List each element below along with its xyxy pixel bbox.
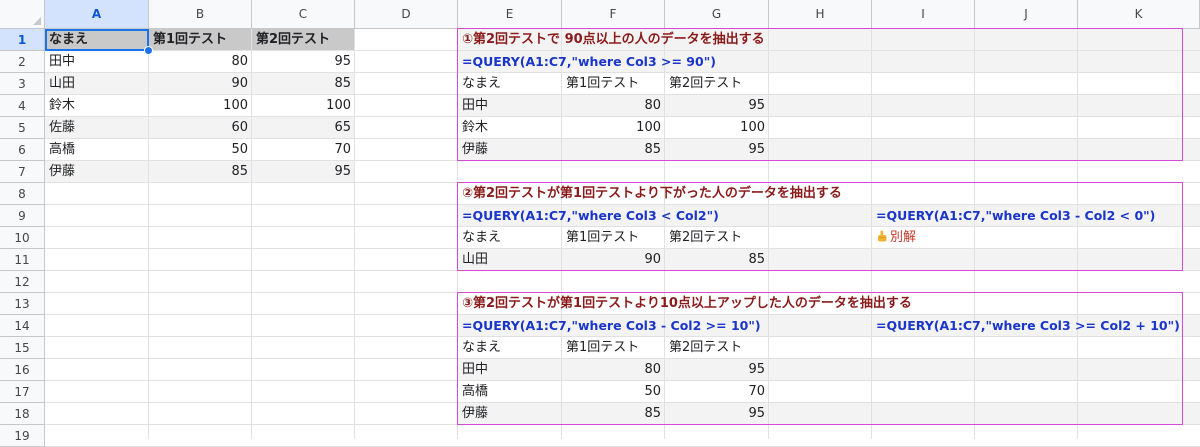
row-header-2[interactable]: 2: [0, 51, 45, 73]
row-header-15[interactable]: 15: [0, 337, 45, 359]
column-header-j[interactable]: J: [975, 0, 1078, 29]
gridline-vertical: [1077, 29, 1078, 439]
source-data-cell: 100: [223, 98, 248, 113]
source-data-cell: 100: [326, 98, 351, 113]
column-header-h[interactable]: H: [769, 0, 872, 29]
section2-result-cell: 山田: [462, 252, 489, 267]
section2-result-cell: 85: [748, 252, 765, 267]
row-header-9[interactable]: 9: [0, 205, 45, 227]
section3-result-cell: 田中: [462, 362, 489, 377]
row-header-10[interactable]: 10: [0, 227, 45, 249]
row-header-8[interactable]: 8: [0, 183, 45, 205]
section2-header-cell: なまえ: [462, 230, 502, 245]
source-data-cell: 80: [231, 54, 248, 69]
section3-header-cell: なまえ: [462, 340, 502, 355]
row-header-13[interactable]: 13: [0, 293, 45, 315]
section1-result-cell: 100: [740, 120, 765, 135]
section2-alt-formula: =QUERY(A1:C7,"where Col3 - Col2 < 0"): [876, 208, 1156, 223]
section2-header-cell: 第1回テスト: [566, 230, 640, 245]
alt-note-label: 別解: [890, 230, 917, 245]
row-header-16[interactable]: 16: [0, 359, 45, 381]
section3-header-cell: 第1回テスト: [566, 340, 640, 355]
section1-result-cell: 80: [644, 98, 661, 113]
section3-title: ③第2回テストが第1回テストより10点以上アップした人のデータを抽出する: [462, 296, 912, 311]
column-header-e[interactable]: E: [458, 0, 562, 29]
row-header-14[interactable]: 14: [0, 315, 45, 337]
select-all-corner[interactable]: [0, 0, 45, 29]
section3-result-cell: 95: [748, 406, 765, 421]
source-data-cell: 佐藤: [49, 120, 76, 135]
row-header-1[interactable]: 1: [0, 29, 45, 51]
section1-result-cell: 鈴木: [462, 120, 489, 135]
section1-result-cell: 100: [636, 120, 661, 135]
source-data-cell: 85: [334, 76, 351, 91]
section3-alt-formula: =QUERY(A1:C7,"where Col3 >= Col2 + 10"): [876, 318, 1180, 333]
section1-header-cell: なまえ: [462, 76, 502, 91]
section1-result-cell: 伊藤: [462, 142, 489, 157]
column-header-a[interactable]: A: [45, 0, 149, 29]
section1-result-cell: 85: [644, 142, 661, 157]
spreadsheet-grid: ABCDEFGHIJK 1 2 3 4 5 6 7 8 9 10 11 12 13 14 15 16 17 18 1…: [0, 0, 1200, 447]
section3-result-cell: 伊藤: [462, 406, 489, 421]
column-header-i[interactable]: I: [872, 0, 975, 29]
row-header-5[interactable]: 5: [0, 117, 45, 139]
section1-formula: =QUERY(A1:C7,"where Col3 >= 90"): [462, 54, 716, 69]
pointing-hand-icon: [876, 228, 888, 242]
row-header-17[interactable]: 17: [0, 381, 45, 403]
section3-result-cell: 85: [644, 406, 661, 421]
column-header-c[interactable]: C: [252, 0, 355, 29]
row-header-7[interactable]: 7: [0, 161, 45, 183]
source-data-cell: 鈴木: [49, 98, 76, 113]
section2-alt-note: 別解: [872, 227, 975, 249]
section2-result-cell: 90: [644, 252, 661, 267]
section3-formula: =QUERY(A1:C7,"where Col3 - Col2 >= 10"): [462, 318, 761, 333]
section1-result-cell: 95: [748, 98, 765, 113]
source-header-cell: 第1回テスト: [153, 32, 228, 47]
section1-header-cell: 第1回テスト: [566, 76, 640, 91]
row-header-3[interactable]: 3: [0, 73, 45, 95]
source-data-cell: 50: [231, 142, 248, 157]
row-header-4[interactable]: 4: [0, 95, 45, 117]
row-header-18[interactable]: 18: [0, 403, 45, 425]
column-header-g[interactable]: G: [665, 0, 769, 29]
section2-formula: =QUERY(A1:C7,"where Col3 < Col2"): [462, 208, 719, 223]
row-header-6[interactable]: 6: [0, 139, 45, 161]
section3-result-cell: 70: [748, 384, 765, 399]
section1-result-cell: 田中: [462, 98, 489, 113]
section1-result-cell: 95: [748, 142, 765, 157]
source-data-cell: 65: [334, 120, 351, 135]
source-header-cell: 第2回テスト: [256, 32, 331, 47]
section1-header-cell: 第2回テスト: [669, 76, 743, 91]
section2-title: ②第2回テストが第1回テストより下がった人のデータを抽出する: [462, 186, 842, 201]
section3-header-cell: 第2回テスト: [669, 340, 743, 355]
source-data-cell: 85: [231, 164, 248, 179]
column-header-f[interactable]: F: [562, 0, 665, 29]
section1-title: ①第2回テストで 90点以上の人のデータを抽出する: [462, 32, 765, 47]
source-data-cell: 伊藤: [49, 164, 76, 179]
section3-result-cell: 80: [644, 362, 661, 377]
source-data-cell: 90: [231, 76, 248, 91]
column-header-k[interactable]: K: [1078, 0, 1200, 29]
row-header-12[interactable]: 12: [0, 271, 45, 293]
source-data-cell: 95: [334, 164, 351, 179]
source-data-cell: 高橋: [49, 142, 76, 157]
section3-result-cell: 50: [644, 384, 661, 399]
source-data-cell: 70: [334, 142, 351, 157]
source-data-cell: 田中: [49, 54, 76, 69]
active-cell-border: [45, 29, 149, 51]
source-data-cell: 95: [334, 54, 351, 69]
column-header-d[interactable]: D: [355, 0, 458, 29]
column-header-b[interactable]: B: [149, 0, 252, 29]
row-header-19[interactable]: 19: [0, 425, 45, 447]
section3-result-cell: 95: [748, 362, 765, 377]
section2-header-cell: 第2回テスト: [669, 230, 743, 245]
section3-result-cell: 高橋: [462, 384, 489, 399]
source-data-cell: 60: [231, 120, 248, 135]
row-header-11[interactable]: 11: [0, 249, 45, 271]
source-data-cell: 山田: [49, 76, 76, 91]
fill-handle[interactable]: [144, 46, 153, 55]
